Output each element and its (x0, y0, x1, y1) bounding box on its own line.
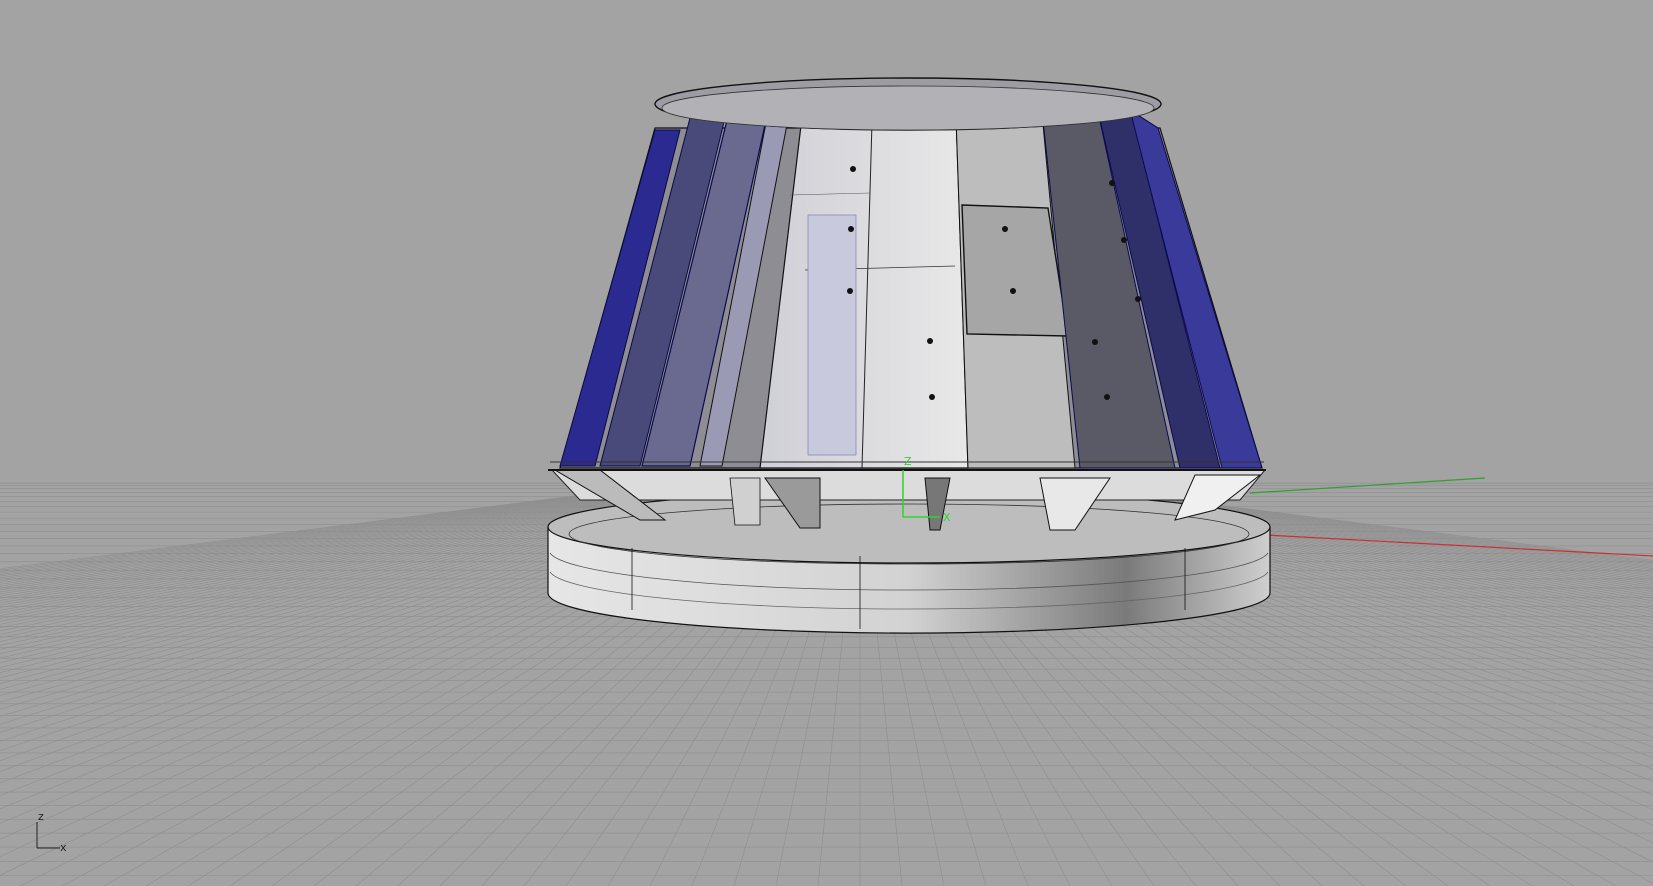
corner-axes-icon: z x (36, 810, 67, 854)
gumball-x-label: X (943, 511, 951, 524)
cone-pavilion[interactable] (548, 77, 1266, 471)
viewport-canvas[interactable]: Z X z x (0, 0, 1653, 886)
perspective-viewport[interactable]: Z X z x (0, 0, 1653, 886)
gumball-z-label: Z (904, 455, 912, 468)
corner-z-label: z (38, 810, 44, 823)
world-x-axis (1264, 534, 1653, 557)
corner-x-label: x (60, 841, 67, 854)
base-ring[interactable] (547, 490, 1271, 634)
